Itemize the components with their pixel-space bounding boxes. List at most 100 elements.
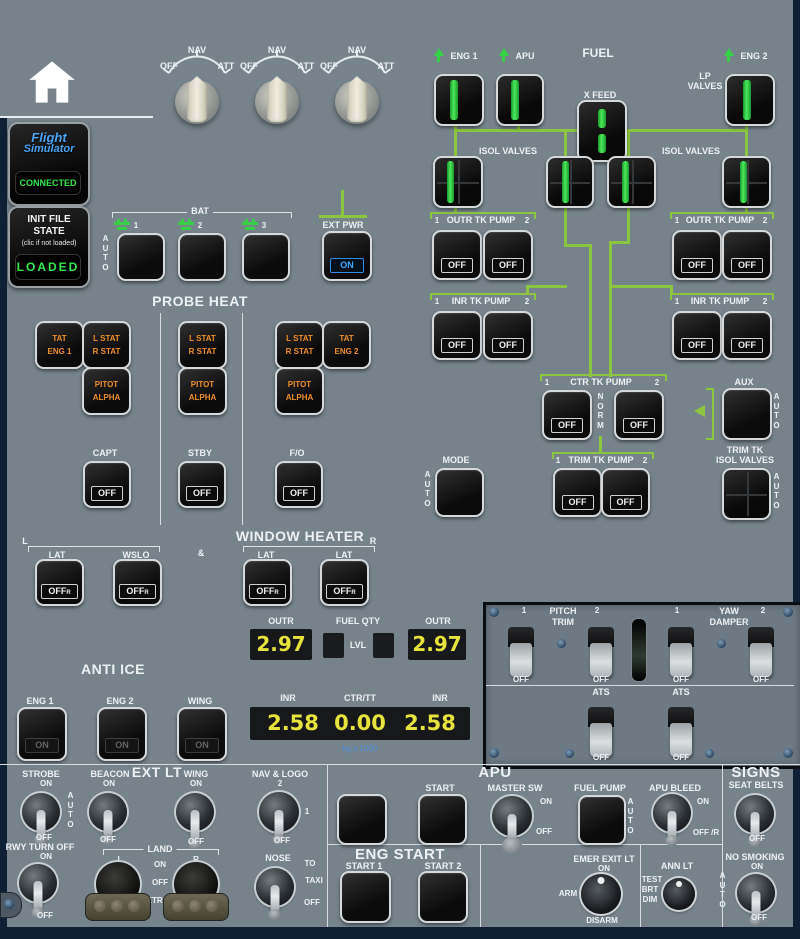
- window-lat3-button[interactable]: OFFR: [320, 559, 369, 606]
- outr-pump-right-1[interactable]: OFF: [672, 230, 722, 280]
- nose-switch[interactable]: [256, 868, 294, 906]
- fuel-line: [564, 244, 592, 247]
- outr-right-1: 1: [675, 217, 679, 225]
- trim-isol-valve[interactable]: [722, 468, 771, 520]
- lvl-button-left[interactable]: [323, 633, 344, 658]
- anti-ice-title: ANTI ICE: [81, 662, 145, 676]
- no-smoking-label: NO SMOKING: [725, 853, 784, 862]
- land-label: LAND: [144, 845, 177, 854]
- probe-stat-capt-button[interactable]: L STATR STAT: [82, 321, 131, 369]
- anti-ice-eng2-label: ENG 2: [106, 697, 133, 706]
- window-lat1-button[interactable]: OFFR: [35, 559, 84, 606]
- nav-logo-switch[interactable]: [259, 792, 299, 832]
- ats-right-switch[interactable]: [666, 707, 696, 759]
- probe-fo-button[interactable]: OFF: [275, 461, 323, 508]
- right-edge: [793, 0, 800, 939]
- probe-capt-button[interactable]: OFF: [83, 461, 131, 508]
- apu-start-button[interactable]: [418, 794, 467, 845]
- anti-ice-eng1-button[interactable]: ON: [17, 707, 67, 761]
- probe-stby-button[interactable]: OFF: [178, 461, 226, 508]
- ctr-pump-2[interactable]: OFF: [614, 390, 664, 440]
- bat3-button[interactable]: [242, 233, 290, 281]
- eng1-lp-valve[interactable]: [434, 74, 484, 126]
- isol-valve-3[interactable]: [607, 156, 656, 208]
- anti-ice-wing-button[interactable]: ON: [177, 707, 227, 761]
- yaw-damper-2-switch[interactable]: [746, 627, 776, 679]
- probe-stat-fo-button[interactable]: L STATR STAT: [275, 321, 324, 369]
- trim-pump-2[interactable]: OFF: [601, 468, 650, 517]
- wing-off-label: OFF: [188, 838, 204, 846]
- wing-switch[interactable]: [176, 793, 214, 831]
- trim-pump-1[interactable]: OFF: [553, 468, 602, 517]
- inr-pump-left-2[interactable]: OFF: [483, 311, 533, 360]
- inr-pump-right-2[interactable]: OFF: [722, 311, 772, 360]
- probe-tat-eng2-button[interactable]: TATENG 2: [322, 321, 371, 369]
- pitch-trim-2-switch[interactable]: [586, 627, 616, 679]
- isol-valve-4[interactable]: [722, 156, 771, 208]
- probe-tat-eng1-button[interactable]: TATENG 1: [35, 321, 84, 369]
- apu-bleed-switch[interactable]: [653, 794, 691, 832]
- eng2-lp-valve[interactable]: [725, 74, 775, 126]
- land-off-label: OFF: [152, 879, 168, 887]
- no-smoking-off-label: OFF: [751, 914, 767, 922]
- bat3-icon: [242, 219, 258, 229]
- inr-pump-right-1[interactable]: OFF: [672, 311, 722, 360]
- xfeed-valve[interactable]: [577, 100, 627, 162]
- sim-connection-box[interactable]: Flight Simulator CONNECTED: [8, 122, 90, 206]
- apu-button-1[interactable]: [337, 794, 387, 845]
- pitch-trim-1-switch[interactable]: [506, 627, 536, 679]
- window-amp-label: &: [198, 549, 205, 558]
- yaw-damper-1-switch[interactable]: [666, 627, 696, 679]
- bat2-button[interactable]: [178, 233, 226, 281]
- no-smoking-switch[interactable]: [737, 874, 775, 912]
- ext-pwr-button[interactable]: ON: [322, 231, 372, 281]
- fuel-pump-button[interactable]: [578, 795, 626, 845]
- ctr-pump-1[interactable]: OFF: [542, 390, 592, 440]
- window-wslo-button[interactable]: OFFR: [113, 559, 162, 606]
- apu-valve[interactable]: [496, 74, 544, 126]
- emer-exit-lt-knob[interactable]: [581, 874, 621, 914]
- rwy-turn-off-switch[interactable]: [19, 864, 57, 902]
- strobe-switch[interactable]: [22, 793, 60, 831]
- beacon-switch[interactable]: [89, 793, 127, 831]
- fuel-line: [609, 285, 673, 288]
- window-lat2-button[interactable]: OFFR: [243, 559, 292, 606]
- probe-pitot-stby-button[interactable]: PITOTALPHA: [178, 367, 227, 415]
- seat-belts-switch[interactable]: [736, 795, 774, 833]
- outr-pump-right-2[interactable]: OFF: [722, 230, 772, 280]
- ext-pwr-line: [341, 190, 344, 217]
- isol-valve-2[interactable]: [546, 156, 594, 208]
- ats-left-switch[interactable]: [586, 707, 616, 759]
- inr-right-label: INR TK PUMP: [691, 297, 750, 306]
- ext-pwr-line: [319, 215, 367, 218]
- mode-label: MODE: [443, 456, 470, 465]
- eng-start-2-button[interactable]: [418, 871, 468, 923]
- init-file-box[interactable]: INIT FILE STATE (clic if not loaded) LOA…: [8, 206, 90, 288]
- mode-button[interactable]: [435, 468, 484, 517]
- pitch1-off-label: OFF: [513, 676, 529, 684]
- adiru1-nav-label: NAV: [188, 46, 206, 55]
- apu-arrow-stem: [502, 55, 505, 62]
- inr-pump-left-1[interactable]: OFF: [432, 311, 482, 360]
- aux-button[interactable]: [722, 388, 772, 440]
- lvl-button-right[interactable]: [373, 633, 394, 658]
- isol-valve-1[interactable]: [433, 156, 483, 208]
- no-smoking-auto-label: AUTO: [718, 871, 727, 909]
- bat1-button[interactable]: [117, 233, 165, 281]
- divider: [327, 844, 722, 845]
- probe-pitot-fo-button[interactable]: PITOTALPHA: [275, 367, 324, 415]
- master-sw-switch[interactable]: [492, 796, 532, 836]
- ctr-pump-label: CTR TK PUMP: [570, 378, 632, 387]
- eng-start-1-button[interactable]: [340, 871, 391, 923]
- anti-ice-eng2-button[interactable]: ON: [97, 707, 147, 761]
- probe-pitot-capt-button[interactable]: PITOTALPHA: [82, 367, 131, 415]
- probe-stat-stby-button[interactable]: L STATR STAT: [178, 321, 227, 369]
- outr-pump-left-2[interactable]: OFF: [483, 230, 533, 280]
- probe-divider-2: [242, 313, 243, 525]
- outr-left-label: OUTR TK PUMP: [447, 216, 516, 225]
- home-icon[interactable]: [26, 56, 78, 108]
- outr-pump-left-1[interactable]: OFF: [432, 230, 482, 280]
- qty-inr-right-label: INR: [432, 694, 448, 703]
- ann-lt-knob[interactable]: [663, 878, 695, 910]
- probe-heat-title: PROBE HEAT: [152, 294, 248, 308]
